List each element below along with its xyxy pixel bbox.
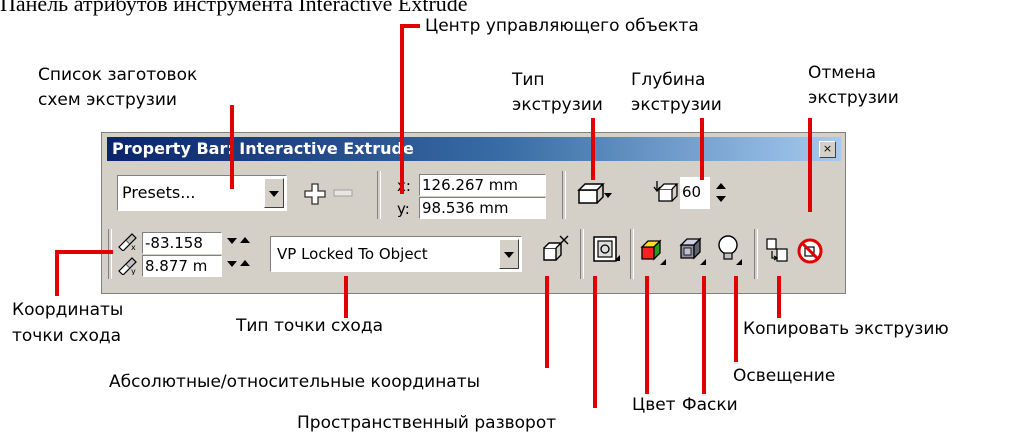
vp-y-icon: y [118,257,137,275]
minus-icon[interactable] [333,187,353,199]
rotation-icon[interactable] [590,233,622,267]
leader-bevels [702,276,706,394]
vp-x-value: -83.158 [145,234,203,252]
callout-vp-coords-line1: Координаты [12,300,124,320]
vp-x-spinner[interactable] [225,236,253,248]
vp-x-icon: x [118,233,137,251]
separator [630,229,634,279]
vp-type-dropdown-arrow[interactable] [499,239,519,269]
leader-lighting [734,276,738,362]
property-bar-window: Property Bar: Interactive Extrude × Pres… [101,132,846,294]
callout-type-line2: экструзии [512,95,603,115]
callout-control-center: Центр управляющего объекта [425,16,699,36]
presets-dropdown[interactable]: Presets... [117,175,287,211]
separator [562,171,566,219]
depth-icon [653,181,679,202]
callout-depth-line1: Глубина [631,70,706,90]
page-heading: Панель атрибутов инструмента Interactive… [0,0,468,16]
presets-dropdown-arrow[interactable] [264,178,284,208]
lighting-icon[interactable] [714,233,744,267]
callout-rotation: Пространственный разворот [297,413,557,433]
leader-color [645,276,649,394]
leader-center-vertical [400,24,404,194]
copy-extrusion-icon[interactable] [764,236,792,266]
depth-spinner[interactable] [714,180,728,208]
separator [580,229,584,279]
separator [377,171,381,219]
svg-text:x: x [131,243,136,251]
leader-vp-coords-vertical [55,250,59,296]
window-title: Property Bar: Interactive Extrude [112,139,414,158]
leader-rotation [593,276,597,408]
bevel-icon[interactable] [676,233,708,267]
vp-x-input[interactable]: -83.158 [142,232,222,254]
x-coordinate-input[interactable]: 126.267 mm [419,174,546,196]
separator [754,229,758,279]
leader-copy [777,276,781,318]
callout-lighting: Освещение [733,366,836,386]
close-button[interactable]: × [819,141,836,158]
callout-extrusion-depth: Глубина экструзии [631,68,722,118]
leader-vp-coords-horizontal [55,250,113,254]
y-coordinate-input[interactable]: 98.536 mm [419,197,546,219]
y-label: y: [397,200,410,218]
callout-bevels: Фаски [682,395,738,415]
color-icon[interactable] [638,235,670,267]
separator [108,229,112,279]
callout-vp-coordinates: Координаты точки схода [12,297,123,349]
title-bar[interactable]: Property Bar: Interactive Extrude × [107,137,841,161]
y-value: 98.536 mm [422,199,509,217]
callout-clear-line1: Отмена [808,63,877,83]
presets-value: Presets... [122,183,196,202]
extrusion-type-icon[interactable] [576,181,612,207]
callout-presets-line2: схем экструзии [38,90,177,110]
callout-depth-line2: экструзии [631,95,722,115]
svg-text:y: y [131,267,136,275]
callout-presets-line1: Список заготовок [38,65,198,85]
vp-type-dropdown[interactable]: VP Locked To Object [270,236,522,272]
leader-extrusion-type [591,118,595,180]
vp-y-value: 8.877 m [145,257,208,275]
callout-type-line1: Тип [512,70,545,90]
callout-vp-type: Тип точки схода [236,316,383,336]
vp-type-value: VP Locked To Object [277,245,428,263]
callout-vp-coords-line2: точки схода [12,326,122,346]
leader-clear-extrusion [808,118,812,212]
depth-value: 60 [682,183,702,201]
callout-extrusion-type: Тип экструзии [512,68,603,118]
vp-y-input[interactable]: 8.877 m [142,255,222,277]
callout-copy-extrusion: Копировать экструзию [743,319,949,339]
leader-abs-rel [545,276,549,368]
callout-abs-rel-coords: Абсолютные/относительные координаты [109,372,481,392]
callout-clear-line2: экструзии [808,88,899,108]
callout-clear-extrusion: Отмена экструзии [808,61,899,111]
abs-rel-coords-icon[interactable] [538,234,570,266]
callout-presets-list: Список заготовок схем экструзии [38,63,197,113]
vp-y-spinner[interactable] [225,259,253,271]
x-value: 126.267 mm [422,176,519,194]
clear-extrusion-icon[interactable] [796,237,824,265]
leader-vp-type [344,276,348,318]
leader-presets [230,105,234,189]
callout-color: Цвет [632,395,676,415]
plus-icon[interactable] [303,182,327,206]
depth-input[interactable]: 60 [680,177,710,209]
leader-extrusion-depth [700,118,704,180]
